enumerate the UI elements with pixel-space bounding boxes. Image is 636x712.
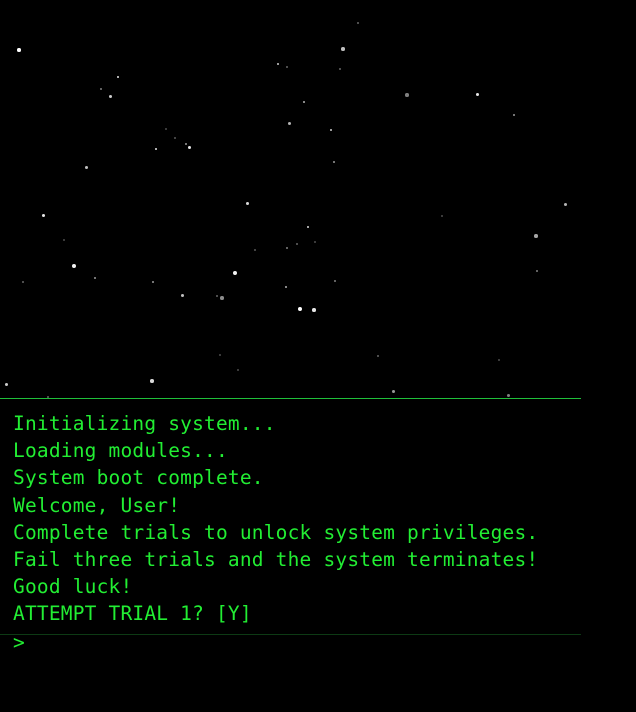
star (563, 202, 567, 206)
star (441, 215, 443, 217)
star (22, 281, 24, 283)
star (405, 93, 409, 97)
star (534, 234, 538, 238)
star (286, 66, 288, 68)
star (216, 295, 218, 297)
star (151, 280, 155, 284)
star (63, 239, 65, 241)
star (284, 285, 288, 289)
terminal-line-warning: Fail three trials and the system termina… (13, 547, 539, 571)
terminal-line-init: Initializing system... (13, 412, 276, 435)
command-input[interactable] (24, 631, 581, 655)
game-screen: Initializing system... Loading modules..… (0, 0, 636, 712)
star (4, 382, 8, 386)
star (93, 276, 97, 280)
star (72, 264, 76, 268)
star (285, 246, 289, 250)
star (297, 306, 303, 312)
star (296, 243, 298, 245)
star (17, 48, 21, 52)
star (333, 161, 335, 163)
star (377, 355, 379, 357)
star (245, 201, 249, 205)
star (506, 393, 510, 397)
star (165, 128, 167, 130)
star (391, 389, 395, 393)
star (184, 142, 188, 146)
terminal-line-loading: Loading modules... (13, 439, 228, 463)
starfield-background (0, 0, 636, 400)
terminal-line-welcome: Welcome, User! (13, 493, 181, 517)
prompt-symbol: > (13, 631, 25, 654)
star (276, 62, 280, 66)
star (174, 137, 176, 139)
terminal-line-goodluck: Good luck! (13, 575, 133, 599)
star (100, 88, 102, 90)
star (116, 75, 120, 79)
terminal-line-boot: System boot complete. (13, 466, 264, 490)
star (314, 241, 316, 243)
star (187, 145, 191, 149)
star (254, 249, 256, 251)
star (219, 354, 221, 356)
star (84, 165, 88, 169)
star (108, 94, 112, 98)
star (150, 379, 154, 383)
star (329, 128, 333, 132)
star (334, 280, 336, 282)
star (154, 147, 158, 151)
star (306, 225, 310, 229)
star (498, 359, 500, 361)
star (233, 271, 237, 275)
star (237, 369, 239, 371)
terminal-divider (0, 398, 581, 399)
star (41, 213, 45, 217)
star (512, 113, 516, 117)
star (302, 100, 306, 104)
star (357, 22, 359, 24)
star (536, 270, 538, 272)
terminal-line-instructions: Complete trials to unlock system privile… (13, 520, 539, 544)
command-prompt[interactable]: > (13, 629, 581, 657)
star (475, 92, 479, 96)
star (180, 293, 184, 297)
terminal-line-trial-prompt: ATTEMPT TRIAL 1? [Y] (13, 602, 252, 626)
star (339, 68, 341, 70)
terminal-output: Initializing system... Loading modules..… (13, 410, 581, 628)
star (220, 296, 224, 300)
star (312, 308, 316, 312)
star (341, 47, 345, 51)
star (287, 121, 291, 125)
